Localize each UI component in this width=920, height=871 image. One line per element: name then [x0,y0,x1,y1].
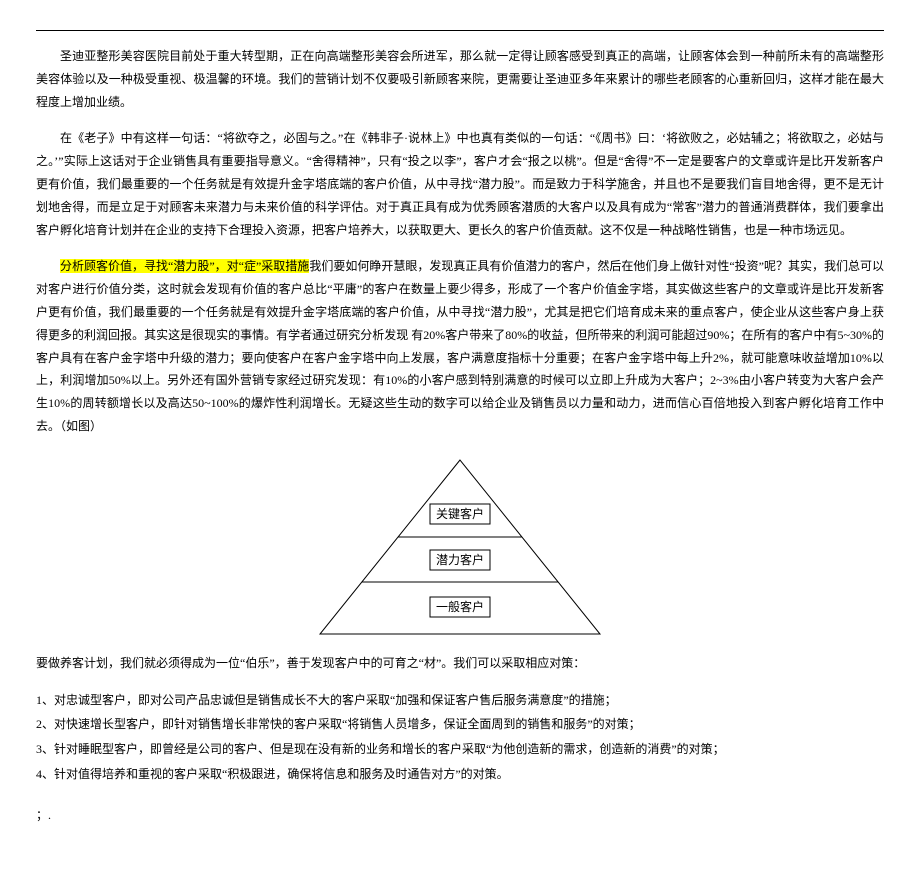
top-rule [36,30,884,31]
list-item: 4、针对值得培养和重视的客户采取“积极跟进，确保将信息和服务及时通告对方”的对策… [36,763,884,786]
list-item: 3、针对睡眠型客户，即曾经是公司的客户、但是现在没有新的业务和增长的客户采取“为… [36,738,884,761]
pyramid-bot-label: 一般客户 [436,599,484,614]
para-intro: 圣迪亚整形美容医院目前处于重大转型期，正在向高端整形美容会所进军，那么就一定得让… [36,45,884,113]
highlight-span: 分析顾客价值，寻找“潜力股”，对“症”采取措施 [60,259,309,273]
pyramid-figure: 关键客户 潜力客户 一般客户 [36,452,884,642]
strategy-list: 1、对忠诚型客户，即对公司产品忠诚但是销售成长不大的客户采取“加强和保证客户售后… [36,689,884,786]
para-2: 在《老子》中有这样一句话：“将欲夺之，必固与之。”在《韩非子·说林上》中也真有类… [36,127,884,241]
para-4: 要做养客计划，我们就必须得成为一位“伯乐”，善于发现客户中的可育之“材”。我们可… [36,652,884,675]
list-item: 1、对忠诚型客户，即对公司产品忠诚但是销售成长不大的客户采取“加强和保证客户售后… [36,689,884,712]
pyramid-top-label: 关键客户 [436,506,484,521]
pyramid-svg: 关键客户 潜力客户 一般客户 [280,452,640,642]
list-item: 2、对快速增长型客户，即针对销售增长非常快的客户采取“将销售人员增多，保证全面周… [36,713,884,736]
footer-mark: ；. [36,804,884,827]
para-3-rest: 我们要如何睁开慧眼，发现真正具有价值潜力的客户，然后在他们身上做针对性“投资”呢… [36,259,884,433]
pyramid-mid-label: 潜力客户 [436,552,484,567]
para-3: 分析顾客价值，寻找“潜力股”，对“症”采取措施我们要如何睁开慧眼，发现真正具有价… [36,255,884,437]
